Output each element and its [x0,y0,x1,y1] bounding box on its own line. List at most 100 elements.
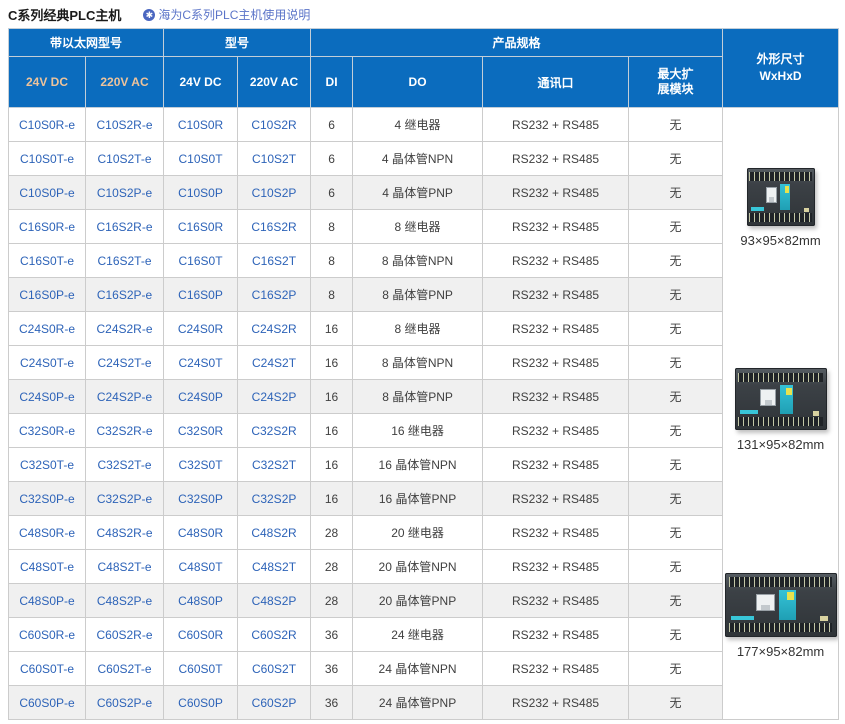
model-24vdc[interactable]: C24S0R [164,312,238,346]
do-value: 16 晶体管NPN [353,448,483,482]
model-e-220vac[interactable]: C32S2P-e [86,482,164,516]
table-row: C24S0T-eC24S2T-eC24S0TC24S2T168 晶体管NPNRS… [9,346,839,380]
model-24vdc[interactable]: C32S0R [164,414,238,448]
model-24vdc[interactable]: C10S0R [164,108,238,142]
comm-port-value: RS232 + RS485 [483,142,629,176]
model-e-220vac[interactable]: C48S2P-e [86,584,164,618]
model-220vac[interactable]: C60S2P [238,686,311,720]
model-24vdc[interactable]: C60S0P [164,686,238,720]
model-e-220vac[interactable]: C16S2R-e [86,210,164,244]
comm-port-value: RS232 + RS485 [483,448,629,482]
model-e-220vac[interactable]: C10S2P-e [86,176,164,210]
model-220vac[interactable]: C48S2R [238,516,311,550]
label-panel-icon [780,385,794,414]
model-24vdc[interactable]: C32S0T [164,448,238,482]
model-220vac[interactable]: C24S2P [238,380,311,414]
model-24vdc[interactable]: C10S0P [164,176,238,210]
comm-port-value: RS232 + RS485 [483,414,629,448]
model-e-24vdc[interactable]: C24S0P-e [9,380,86,414]
model-24vdc[interactable]: C32S0P [164,482,238,516]
max-expansion-value: 无 [629,210,723,244]
max-expansion-value: 无 [629,414,723,448]
model-e-24vdc[interactable]: C16S0P-e [9,278,86,312]
model-220vac[interactable]: C16S2T [238,244,311,278]
model-e-24vdc[interactable]: C24S0R-e [9,312,86,346]
di-value: 16 [311,482,353,516]
model-220vac[interactable]: C48S2T [238,550,311,584]
model-24vdc[interactable]: C60S0T [164,652,238,686]
table-row: C32S0P-eC32S2P-eC32S0PC32S2P1616 晶体管PNPR… [9,482,839,516]
dimension-caption: 177×95×82mm [737,644,824,659]
model-e-24vdc[interactable]: C10S0P-e [9,176,86,210]
model-e-24vdc[interactable]: C10S0T-e [9,142,86,176]
model-220vac[interactable]: C32S2T [238,448,311,482]
model-e-24vdc[interactable]: C48S0T-e [9,550,86,584]
model-24vdc[interactable]: C16S0R [164,210,238,244]
model-220vac[interactable]: C10S2T [238,142,311,176]
model-e-220vac[interactable]: C10S2T-e [86,142,164,176]
status-led-icon [813,411,819,416]
model-220vac[interactable]: C24S2T [238,346,311,380]
model-24vdc[interactable]: C16S0P [164,278,238,312]
model-220vac[interactable]: C32S2P [238,482,311,516]
model-24vdc[interactable]: C60S0R [164,618,238,652]
model-e-220vac[interactable]: C48S2T-e [86,550,164,584]
model-e-220vac[interactable]: C16S2T-e [86,244,164,278]
model-220vac[interactable]: C16S2R [238,210,311,244]
model-220vac[interactable]: C60S2R [238,618,311,652]
model-e-24vdc[interactable]: C10S0R-e [9,108,86,142]
model-e-220vac[interactable]: C24S2P-e [86,380,164,414]
model-e-24vdc[interactable]: C16S0T-e [9,244,86,278]
model-220vac[interactable]: C16S2P [238,278,311,312]
model-220vac[interactable]: C48S2P [238,584,311,618]
model-e-220vac[interactable]: C24S2T-e [86,346,164,380]
model-e-220vac[interactable]: C32S2T-e [86,448,164,482]
model-e-24vdc[interactable]: C60S0P-e [9,686,86,720]
model-e-24vdc[interactable]: C60S0R-e [9,618,86,652]
model-e-220vac[interactable]: C16S2P-e [86,278,164,312]
model-e-24vdc[interactable]: C48S0R-e [9,516,86,550]
plc-figure: 177×95×82mm [725,573,837,659]
table-row: C60S0P-eC60S2P-eC60S0PC60S2P3624 晶体管PNPR… [9,686,839,720]
model-24vdc[interactable]: C48S0T [164,550,238,584]
plc-spec-table: 带以太网型号 型号 产品规格 外形尺寸 WxHxD 24V DC 220V AC… [8,28,839,720]
model-24vdc[interactable]: C48S0P [164,584,238,618]
usage-doc-link[interactable]: ✱ 海为C系列PLC主机使用说明 [143,6,310,23]
max-expansion-value: 无 [629,618,723,652]
di-value: 6 [311,142,353,176]
model-e-220vac[interactable]: C10S2R-e [86,108,164,142]
max-expansion-value: 无 [629,312,723,346]
brand-label-icon [731,616,753,620]
model-e-24vdc[interactable]: C32S0T-e [9,448,86,482]
model-24vdc[interactable]: C10S0T [164,142,238,176]
max-expansion-value: 无 [629,550,723,584]
model-24vdc[interactable]: C24S0T [164,346,238,380]
header-dimensions-label: 外形尺寸 [725,51,836,68]
header-dimensions: 外形尺寸 WxHxD [723,29,839,108]
table-row: C10S0T-eC10S2T-eC10S0TC10S2T64 晶体管NPNRS2… [9,142,839,176]
model-220vac[interactable]: C32S2R [238,414,311,448]
model-e-220vac[interactable]: C60S2T-e [86,652,164,686]
model-e-24vdc[interactable]: C32S0P-e [9,482,86,516]
model-e-24vdc[interactable]: C60S0T-e [9,652,86,686]
max-expansion-value: 无 [629,448,723,482]
model-e-24vdc[interactable]: C48S0P-e [9,584,86,618]
model-e-220vac[interactable]: C24S2R-e [86,312,164,346]
model-220vac[interactable]: C60S2T [238,652,311,686]
model-24vdc[interactable]: C24S0P [164,380,238,414]
model-e-220vac[interactable]: C60S2P-e [86,686,164,720]
di-value: 16 [311,380,353,414]
model-e-220vac[interactable]: C32S2R-e [86,414,164,448]
model-e-220vac[interactable]: C48S2R-e [86,516,164,550]
model-e-24vdc[interactable]: C24S0T-e [9,346,86,380]
model-220vac[interactable]: C10S2P [238,176,311,210]
label-panel-icon [779,590,796,619]
header-24vdc: 24V DC [164,57,238,108]
model-24vdc[interactable]: C16S0T [164,244,238,278]
model-e-24vdc[interactable]: C16S0R-e [9,210,86,244]
model-e-220vac[interactable]: C60S2R-e [86,618,164,652]
model-e-24vdc[interactable]: C32S0R-e [9,414,86,448]
model-220vac[interactable]: C24S2R [238,312,311,346]
model-24vdc[interactable]: C48S0R [164,516,238,550]
model-220vac[interactable]: C10S2R [238,108,311,142]
